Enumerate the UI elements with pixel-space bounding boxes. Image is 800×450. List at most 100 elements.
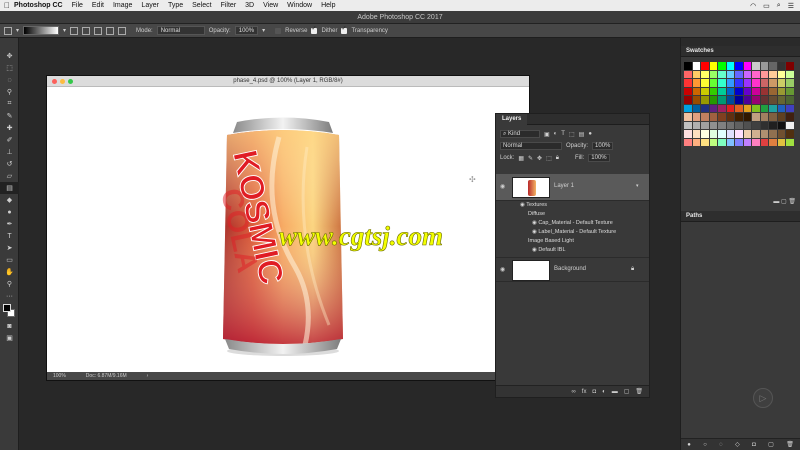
swatch[interactable] — [752, 138, 760, 146]
swatch[interactable] — [709, 87, 717, 95]
swatch[interactable] — [786, 130, 794, 138]
swatch[interactable] — [760, 138, 768, 146]
zoom-icon[interactable] — [68, 79, 73, 84]
swatch[interactable] — [786, 121, 794, 129]
swatch[interactable] — [709, 104, 717, 112]
swatch[interactable] — [709, 70, 717, 78]
brush-tool-icon[interactable]: ✐ — [0, 134, 19, 146]
pen-tool-icon[interactable]: ✒ — [0, 218, 19, 230]
new-path-icon[interactable]: ▢ — [768, 441, 774, 448]
type-filter-icon[interactable]: T — [561, 131, 565, 137]
swatch[interactable] — [701, 130, 709, 138]
swatch[interactable] — [752, 70, 760, 78]
swatch[interactable] — [701, 138, 709, 146]
menu-layer[interactable]: Layer — [141, 2, 159, 9]
type-tool-icon[interactable]: T — [0, 230, 19, 242]
fx-icon[interactable]: fx — [582, 389, 587, 395]
swatch[interactable] — [760, 104, 768, 112]
swatch[interactable] — [777, 130, 785, 138]
gradient-tool-icon[interactable]: ▤ — [0, 182, 19, 194]
marquee-tool-icon[interactable]: ⬚ — [0, 62, 19, 74]
swatch[interactable] — [726, 87, 734, 95]
kind-filter-select[interactable]: ⌕ Kind — [500, 130, 540, 138]
blur-tool-icon[interactable]: ◆ — [0, 194, 19, 206]
move-tool-icon[interactable]: ✥ — [0, 50, 19, 62]
swatch[interactable] — [769, 96, 777, 104]
swatch[interactable] — [777, 70, 785, 78]
swatch[interactable] — [735, 113, 743, 121]
load-selection-icon[interactable]: ◌ — [719, 442, 723, 448]
swatch[interactable] — [735, 87, 743, 95]
doc-size[interactable]: Doc: 6.87M/9.16M — [86, 372, 127, 380]
swatch[interactable] — [684, 87, 692, 95]
new-layer-icon[interactable]: ▢ — [624, 388, 630, 395]
swatch[interactable] — [701, 113, 709, 121]
swatch[interactable] — [718, 104, 726, 112]
diamond-gradient-icon[interactable] — [118, 26, 127, 35]
swatch[interactable] — [726, 104, 734, 112]
smart-object-filter-icon[interactable]: ▤ — [579, 131, 585, 138]
swatch[interactable] — [692, 130, 700, 138]
menu-app-name[interactable]: Photoshop CC — [14, 2, 63, 9]
swatch[interactable] — [718, 96, 726, 104]
visibility-eye-icon[interactable]: ◉ — [500, 266, 505, 273]
adjustment-layer-icon[interactable]: ◐ — [602, 389, 606, 395]
swatch[interactable] — [709, 96, 717, 104]
swatch[interactable] — [786, 62, 794, 70]
fill-field[interactable]: 100% — [588, 154, 610, 162]
chevron-down-icon[interactable]: ▾ — [262, 27, 265, 34]
make-work-path-icon[interactable]: ◇ — [735, 441, 740, 448]
swatch[interactable] — [769, 138, 777, 146]
swatch[interactable] — [692, 79, 700, 87]
healing-brush-tool-icon[interactable]: ✚ — [0, 122, 19, 134]
trash-icon[interactable]: 🗑︎ — [786, 441, 794, 448]
swatch[interactable] — [684, 121, 692, 129]
cap-material-row[interactable]: ◉ Cap_Material - Default Texture — [532, 220, 613, 226]
radial-gradient-icon[interactable] — [82, 26, 91, 35]
battery-icon[interactable]: ▭ — [763, 2, 770, 10]
swatch[interactable] — [709, 113, 717, 121]
swatch[interactable] — [726, 138, 734, 146]
swatch[interactable] — [718, 62, 726, 70]
transparency-checkbox[interactable] — [341, 25, 348, 34]
dodge-tool-icon[interactable]: ● — [0, 206, 19, 218]
swatch[interactable] — [718, 138, 726, 146]
swatch[interactable] — [709, 130, 717, 138]
swatch[interactable] — [752, 79, 760, 87]
menu-edit[interactable]: Edit — [92, 2, 104, 9]
mode-select[interactable]: Normal — [156, 26, 205, 35]
swatch[interactable] — [684, 79, 692, 87]
zoom-level[interactable]: 100% — [53, 372, 66, 380]
swatch[interactable] — [777, 121, 785, 129]
chevron-down-icon[interactable]: ▾ — [16, 27, 19, 34]
linear-gradient-icon[interactable] — [70, 26, 79, 35]
swatch[interactable] — [760, 130, 768, 138]
reverse-checkbox[interactable] — [275, 27, 282, 34]
swatch[interactable] — [735, 79, 743, 87]
swatch[interactable] — [786, 96, 794, 104]
trash-icon[interactable]: 🗑︎ — [635, 388, 643, 395]
swatch[interactable] — [692, 113, 700, 121]
canvas[interactable]: KOSMIC COLA www.cgtsj.com ✣ — [47, 87, 529, 372]
eyedropper-tool-icon[interactable]: ✎ — [0, 110, 19, 122]
swatch[interactable] — [735, 62, 743, 70]
quick-select-tool-icon[interactable]: ⚲ — [0, 86, 19, 98]
menu-help[interactable]: Help — [321, 2, 335, 9]
swatch[interactable] — [777, 79, 785, 87]
swatch[interactable] — [718, 113, 726, 121]
layer-row-background[interactable]: ◉ Background 🔒︎ — [496, 257, 649, 282]
zoom-tool-icon[interactable]: ⚲ — [0, 278, 19, 290]
swatch[interactable] — [692, 96, 700, 104]
swatch[interactable] — [735, 70, 743, 78]
reflected-gradient-icon[interactable] — [106, 26, 115, 35]
swatch[interactable] — [726, 70, 734, 78]
clone-stamp-tool-icon[interactable]: ⊥ — [0, 146, 19, 158]
swatch[interactable] — [735, 130, 743, 138]
swatch[interactable] — [777, 96, 785, 104]
swatch[interactable] — [743, 70, 751, 78]
swatch[interactable] — [786, 104, 794, 112]
lock-pixels-icon[interactable]: ✎ — [528, 155, 533, 162]
chevron-right-icon[interactable]: › — [147, 372, 149, 380]
swatch[interactable] — [726, 121, 734, 129]
stroke-path-icon[interactable]: ○ — [703, 442, 707, 448]
